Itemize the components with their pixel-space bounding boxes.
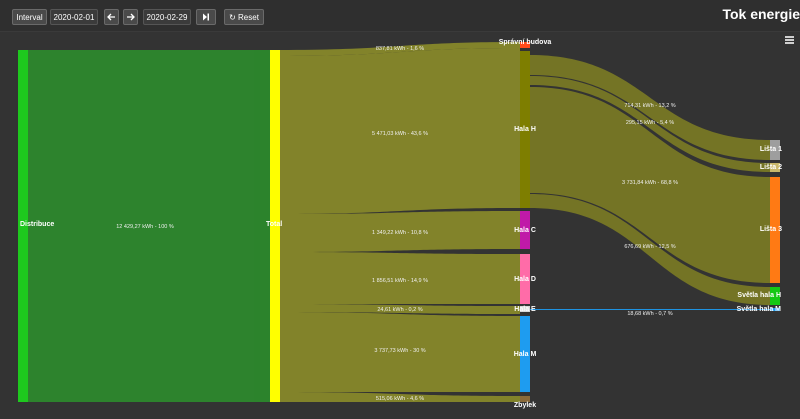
label-spravni-budova: Správní budova — [499, 39, 552, 46]
label-zbytek: Zbylek — [514, 402, 536, 409]
label-lista-2: Lišta 2 — [760, 164, 782, 171]
label-hala-h: Hala H — [514, 126, 536, 133]
flow-label-total-zbytek: 515,06 kWh - 4,6 % — [376, 396, 424, 402]
flow-label-hala-e-svetla-m: 18,68 kWh - 0,7 % — [627, 311, 672, 317]
label-svetla-hala-h: Světla hala H — [737, 292, 781, 299]
flow-label-total-hala-d: 1 856,51 kWh - 14,9 % — [372, 278, 428, 284]
flow-label-hala-h-svetla-h: 676,69 kWh - 12,5 % — [624, 244, 675, 250]
label-svetla-hala-m: Světla hala M — [737, 306, 782, 313]
label-total: Total — [266, 221, 282, 228]
flow-label-total-hala-c: 1 349,22 kWh - 10,8 % — [372, 230, 428, 236]
label-distribuce: Distribuce — [20, 221, 54, 228]
flow-label-total-spravni: 837,81 kWh - 1,6 % — [376, 46, 424, 52]
label-hala-e: Hala E — [514, 306, 536, 313]
label-lista-3: Lišta 3 — [760, 226, 782, 233]
flow-label-hala-h-lista-3: 3 731,84 kWh - 68,8 % — [622, 180, 678, 186]
label-hala-d: Hala D — [514, 276, 536, 283]
flow-label-total-hala-h: 5 471,03 kWh - 43,6 % — [372, 131, 428, 137]
sankey-diagram: Distribuce Total Správní budova Hala H H… — [18, 39, 782, 409]
flow-label-distribuce-total: 12 429,27 kWh - 100 % — [116, 224, 174, 230]
flow-label-hala-h-lista-1: 714,31 kWh - 13,2 % — [624, 103, 675, 109]
label-hala-m: Hala M — [514, 351, 537, 358]
flow-label-total-hala-e: 24,61 kWh - 0,2 % — [377, 307, 422, 313]
label-lista-1: Lišta 1 — [760, 146, 782, 153]
label-hala-c: Hala C — [514, 227, 536, 234]
flow-label-total-hala-m: 3 737,73 kWh - 30 % — [374, 348, 425, 354]
flow-label-hala-h-lista-2: 295,15 kWh - 5,4 % — [626, 120, 674, 126]
